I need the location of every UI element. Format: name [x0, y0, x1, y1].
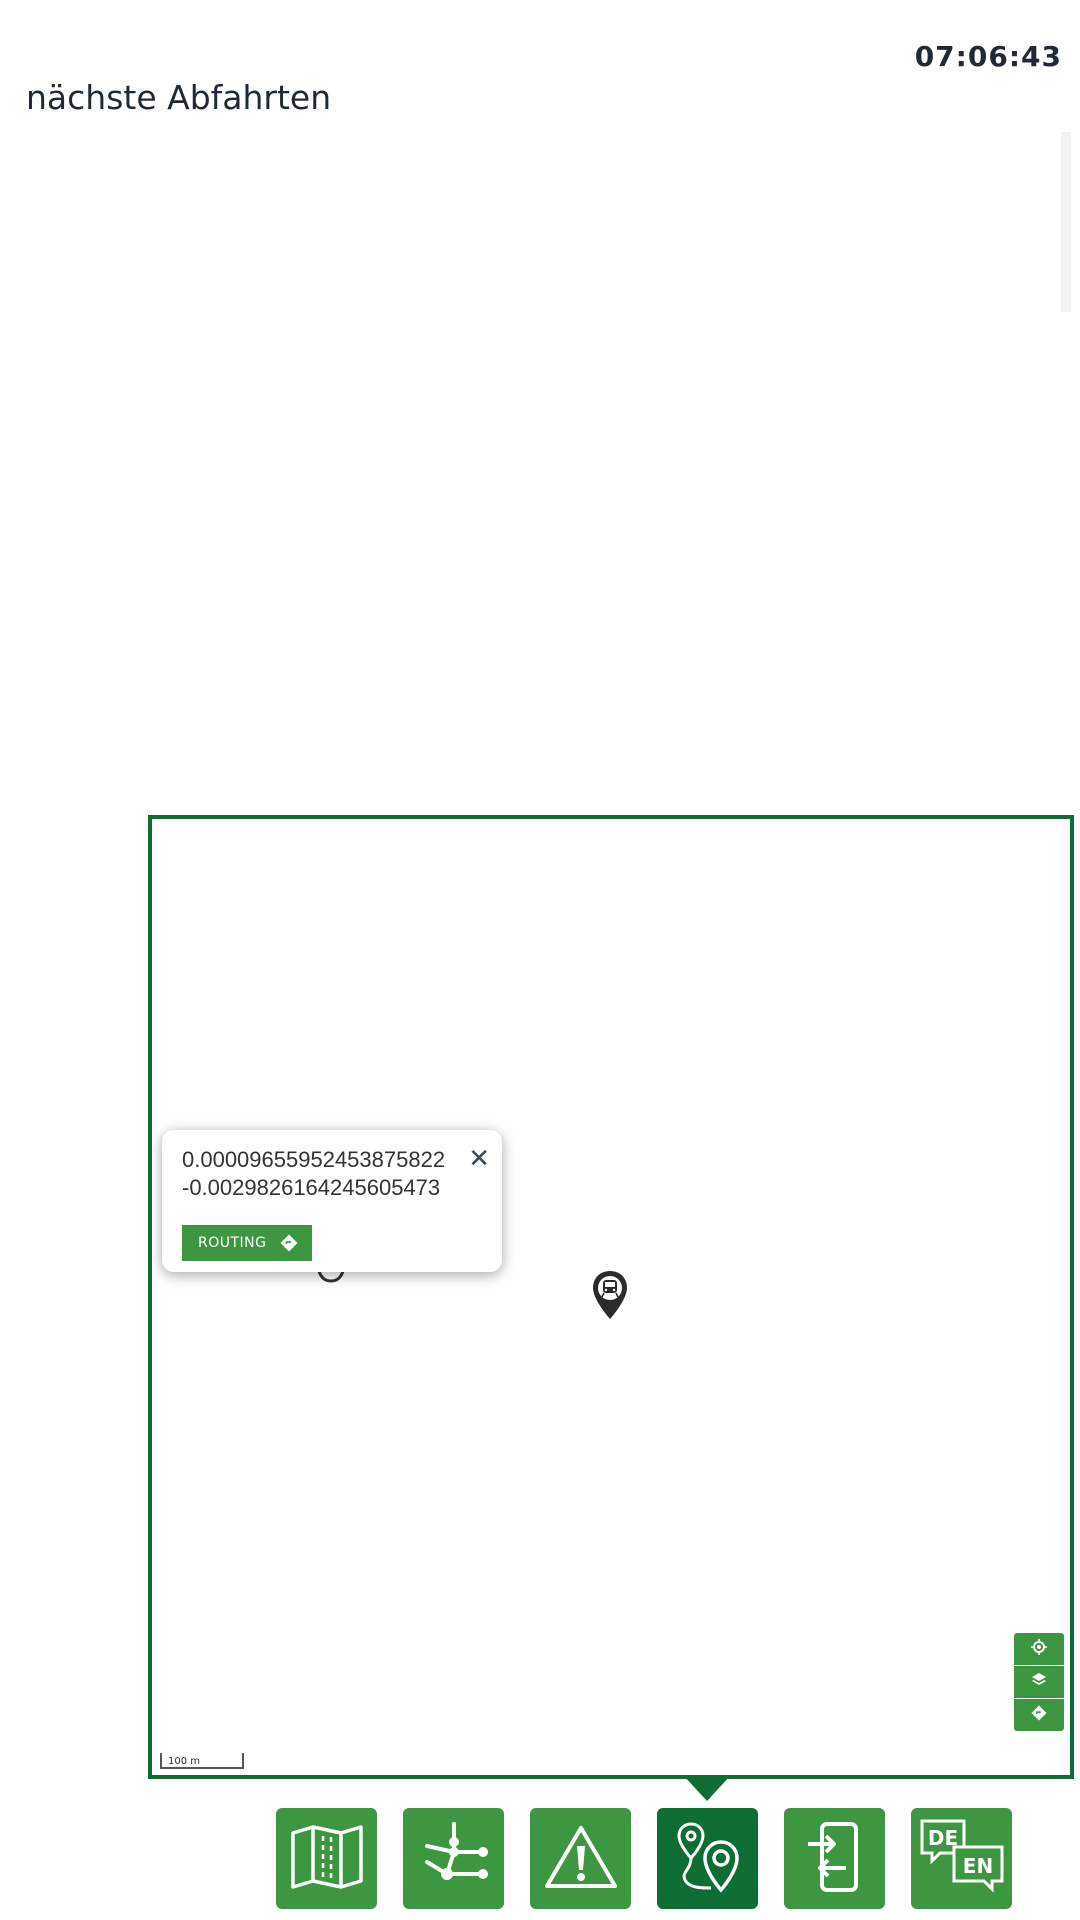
- phone-exit-icon: [798, 1820, 872, 1898]
- nav-exit-button[interactable]: [784, 1808, 885, 1909]
- nav-language-button[interactable]: DE EN: [911, 1808, 1012, 1909]
- routing-button[interactable]: ROUTING: [182, 1225, 312, 1261]
- route-button[interactable]: [1014, 1698, 1064, 1731]
- station-marker[interactable]: [590, 1269, 630, 1325]
- nav-disruptions-button[interactable]: [530, 1808, 631, 1909]
- coordinate-popup: 0.00009655952453875822 -0.00298261642456…: [162, 1130, 502, 1272]
- section-title: nächste Abfahrten: [26, 78, 332, 117]
- departures-scrollbar[interactable]: [1061, 132, 1071, 312]
- de-en-icon: DE EN: [918, 1817, 1006, 1901]
- transit-network-icon: [417, 1821, 491, 1896]
- close-icon[interactable]: ✕: [468, 1144, 490, 1174]
- language-en-label: EN: [962, 1854, 992, 1878]
- language-de-label: DE: [927, 1826, 957, 1850]
- nav-network-button[interactable]: [403, 1808, 504, 1909]
- active-tab-pointer: [683, 1775, 731, 1801]
- nav-map-button[interactable]: [276, 1808, 377, 1909]
- popup-coordinates: 0.00009655952453875822 -0.00298261642456…: [182, 1146, 445, 1202]
- folded-map-icon: [290, 1824, 364, 1894]
- route-pins-icon: [671, 1820, 745, 1898]
- departures-list: [26, 132, 1056, 812]
- routing-button-label: ROUTING: [198, 1235, 267, 1251]
- map-scale: 100 m: [160, 1753, 244, 1769]
- route-diamond-icon: [280, 1234, 298, 1256]
- popup-latitude: 0.00009655952453875822: [182, 1147, 446, 1172]
- layers-button[interactable]: [1014, 1665, 1064, 1698]
- warning-icon: [544, 1824, 618, 1894]
- bottom-navigation: DE EN: [276, 1808, 1012, 1909]
- locate-button[interactable]: [1014, 1633, 1064, 1665]
- route-diamond-icon: [1031, 1705, 1047, 1725]
- popup-longitude: -0.0029826164245605473: [182, 1175, 441, 1200]
- crosshair-icon: [1031, 1639, 1047, 1659]
- clock: 07:06:43: [914, 40, 1062, 73]
- map-view[interactable]: 0.00009655952453875822 -0.00298261642456…: [148, 815, 1074, 1779]
- selected-location-marker[interactable]: [316, 1269, 346, 1289]
- layers-icon: [1031, 1672, 1047, 1692]
- nav-route-planner-button[interactable]: [657, 1808, 758, 1909]
